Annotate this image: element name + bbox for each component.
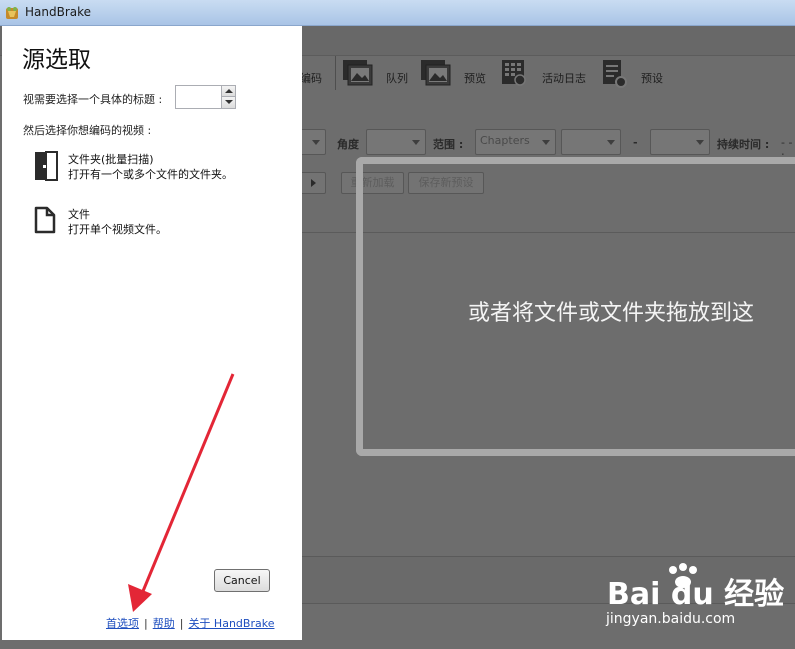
range-type-combo[interactable]: Chapters [475,129,556,155]
angle-label: 角度 [337,138,359,151]
range-type-value: Chapters [480,134,530,147]
arrow-down-icon [225,100,233,104]
open-folder-option[interactable]: 文件夹(批量扫描) 打开有一个或多个文件的文件夹。 [34,151,294,191]
range-end-combo[interactable] [650,129,710,155]
spinner-down-button[interactable] [221,97,235,108]
presets-icon[interactable] [602,59,628,89]
handbrake-app-icon [6,7,18,19]
main-toolbar: 编码 队列 预览 活动日志 预设 [300,56,795,114]
folder-icon [35,151,58,181]
window-title: HandBrake [25,5,92,19]
drop-zone-text: 或者将文件或文件夹拖放到这 [468,301,755,326]
toolbar-activity-log-label[interactable]: 活动日志 [542,70,586,86]
open-folder-title: 文件夹(批量扫描) [68,153,154,166]
range-dash: - [633,136,638,149]
title-combo-dimmed[interactable] [300,129,326,155]
title-prompt-label: 视需要选择一个具体的标题 : [23,93,163,106]
drop-zone[interactable]: 或者将文件或文件夹拖放到这 [356,157,795,456]
arrow-up-icon [225,89,233,93]
help-link[interactable]: 帮助 [153,617,175,630]
title-number-spinner[interactable] [175,85,236,109]
file-icon [34,206,56,234]
angle-combo[interactable] [366,129,426,155]
play-icon [311,179,316,187]
play-button-dimmed[interactable] [300,172,326,194]
toolbar-separator [335,56,336,90]
preferences-link[interactable]: 首选项 [106,617,139,630]
cancel-button[interactable]: Cancel [214,569,270,592]
open-folder-description: 打开有一个或多个文件的文件夹。 [68,168,233,181]
range-start-combo[interactable] [561,129,621,155]
spinner-up-button[interactable] [221,86,235,97]
toolbar-preview-label[interactable]: 预览 [464,70,486,86]
activity-log-icon[interactable] [501,59,527,87]
panel-footer-links: 首选项 | 帮助 | 关于 HandBrake [106,615,274,631]
watermark-logo-text: Bai du 经验 [607,577,784,612]
range-label: 范围 : [433,138,464,151]
source-selection-panel: 源选取 视需要选择一个具体的标题 : 然后选择你想编码的视频 : 文件夹(批量扫… [2,26,302,640]
window-titlebar: HandBrake [0,0,795,26]
queue-icon[interactable] [342,59,374,87]
open-file-option[interactable]: 文件 打开单个视频文件。 [34,206,294,246]
about-handbrake-link[interactable]: 关于 HandBrake [188,617,274,630]
preview-icon[interactable] [420,59,452,87]
panel-title: 源选取 [22,47,91,73]
link-separator: | [144,617,148,630]
duration-label: 持续时间 : [717,138,770,151]
watermark-url: jingyan.baidu.com [606,611,736,627]
open-file-description: 打开单个视频文件。 [68,223,167,236]
toolbar-encode-label[interactable]: 编码 [300,70,322,86]
link-separator: | [179,617,184,630]
toolbar-queue-label[interactable]: 队列 [386,70,408,86]
open-file-title: 文件 [68,208,90,221]
toolbar-presets-label[interactable]: 预设 [641,70,663,86]
video-prompt-label: 然后选择你想编码的视频 : [23,124,152,137]
